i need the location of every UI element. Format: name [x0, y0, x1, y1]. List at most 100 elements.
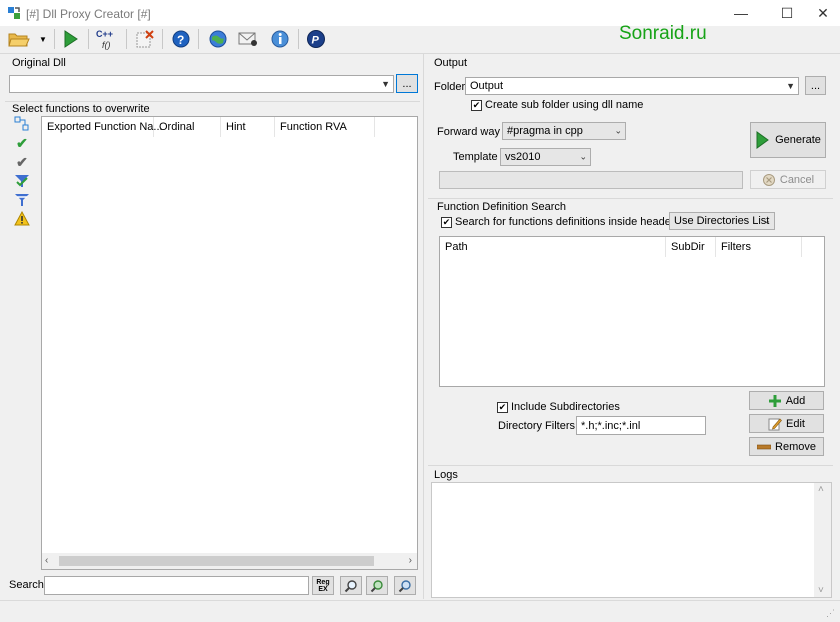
function-search-label: Function Definition Search: [437, 201, 567, 213]
status-bar: [0, 600, 840, 622]
cancel-button[interactable]: Cancel: [750, 170, 826, 189]
run-icon[interactable]: [58, 26, 82, 52]
forward-way-select[interactable]: #pragma in cpp ⌄: [502, 122, 626, 140]
scroll-left-icon[interactable]: ‹: [45, 555, 48, 566]
folder-label: Folder: [434, 81, 466, 93]
svg-text:?: ?: [177, 33, 184, 47]
column-header-path[interactable]: Path: [440, 237, 666, 257]
check-gray-icon[interactable]: ✔: [14, 154, 30, 170]
column-header-function-rva[interactable]: Function RVA: [275, 117, 375, 137]
output-browse-button[interactable]: ...: [805, 76, 826, 95]
column-header-filters[interactable]: Filters: [716, 237, 802, 257]
chevron-down-icon: ⌄: [614, 125, 622, 136]
toolbar-separator: [126, 29, 127, 49]
clear-icon[interactable]: [133, 26, 157, 52]
logs-vertical-scrollbar[interactable]: ˄ ˅: [814, 483, 831, 597]
minus-icon: [757, 444, 772, 449]
watermark-text: Sonraid.ru: [619, 23, 707, 44]
search-button[interactable]: [340, 576, 362, 595]
edit-icon: [768, 418, 782, 430]
search-headers-checkbox-row[interactable]: ✔ Search for functions definitions insid…: [441, 216, 680, 228]
regex-label-top: Reg: [316, 578, 330, 586]
mail-icon[interactable]: [236, 26, 260, 52]
search-icon: [344, 579, 357, 592]
column-header-subdir[interactable]: SubDir: [666, 237, 716, 257]
include-subdirs-checkbox[interactable]: ✔: [497, 401, 508, 413]
search-prev-icon: [398, 579, 411, 592]
original-dll-combo[interactable]: ▼: [9, 75, 394, 93]
directory-filters-label: Directory Filters: [498, 420, 576, 432]
toolbar-separator: [162, 29, 163, 49]
play-icon: [756, 131, 769, 149]
search-input[interactable]: [44, 576, 309, 595]
template-label: Template: [453, 151, 498, 163]
directories-list[interactable]: Path SubDir Filters: [439, 236, 825, 387]
output-folder-combo[interactable]: Output ▼: [465, 77, 799, 95]
scrollbar-thumb[interactable]: [59, 556, 374, 566]
regex-toggle-button[interactable]: Reg EX: [312, 576, 334, 595]
svg-text:C++: C++: [96, 29, 113, 39]
generate-label: Generate: [775, 134, 821, 146]
pane-splitter[interactable]: [423, 54, 424, 599]
remove-label: Remove: [775, 440, 816, 453]
column-header-ordinal[interactable]: Ordinal: [154, 117, 221, 137]
template-select[interactable]: vs2010 ⌄: [500, 148, 591, 166]
original-dll-browse-button[interactable]: ...: [396, 74, 418, 93]
close-button[interactable]: ✕: [806, 0, 840, 26]
forward-way-label: Forward way: [437, 126, 500, 138]
search-prev-button[interactable]: [394, 576, 416, 595]
edit-button[interactable]: Edit: [749, 414, 824, 433]
forward-way-value: #pragma in cpp: [507, 125, 583, 137]
directory-mode-select[interactable]: Use Directories List ⌄: [669, 212, 775, 230]
search-next-button[interactable]: [366, 576, 388, 595]
directory-filters-input[interactable]: *.h;*.inc;*.inl: [576, 416, 706, 435]
column-header-hint[interactable]: Hint: [221, 117, 275, 137]
scroll-right-icon[interactable]: ›: [409, 555, 412, 566]
subfolder-checkbox-row[interactable]: ✔ Create sub folder using dll name: [471, 99, 643, 111]
include-subdirs-checkbox-row[interactable]: ✔ Include Subdirectories: [497, 401, 620, 413]
functions-label: Select functions to overwrite: [12, 103, 150, 115]
logs-panel[interactable]: ˄ ˅: [431, 482, 832, 598]
section-divider: [5, 101, 420, 102]
search-label: Search: [9, 579, 44, 591]
filter-check-icon[interactable]: [14, 173, 30, 189]
scroll-up-icon[interactable]: ˄: [818, 484, 824, 495]
app-icon: [7, 6, 21, 20]
search-headers-checkbox[interactable]: ✔: [441, 216, 452, 228]
directory-filters-value: *.h;*.inc;*.inl: [581, 420, 641, 432]
toolbar-separator: [88, 29, 89, 49]
section-divider: [428, 465, 833, 466]
cancel-label: Cancel: [779, 173, 815, 186]
chevron-down-icon: ▼: [381, 79, 390, 89]
chevron-down-icon: ▼: [786, 81, 795, 91]
column-header-function-name[interactable]: Exported Function Na...: [42, 117, 163, 137]
web-globe-icon[interactable]: [206, 26, 230, 52]
svg-text:f(): f(): [102, 40, 111, 50]
progress-bar: [439, 171, 743, 189]
open-dropdown-icon[interactable]: ▼: [36, 26, 50, 52]
cpp-code-icon[interactable]: C++ f(): [94, 26, 122, 52]
subfolder-checkbox[interactable]: ✔: [471, 99, 482, 111]
include-subdirs-label: Include Subdirectories: [511, 401, 620, 413]
window-title: [#] Dll Proxy Creator [#]: [26, 7, 151, 21]
maximize-button[interactable]: ☐: [764, 0, 810, 26]
minimize-button[interactable]: —: [718, 0, 764, 26]
functions-list[interactable]: Exported Function Na... Ordinal Hint Fun…: [41, 116, 418, 570]
help-icon[interactable]: ?: [169, 26, 193, 52]
horizontal-scrollbar[interactable]: ‹ ›: [42, 553, 417, 569]
remove-button[interactable]: Remove: [749, 437, 824, 456]
add-button[interactable]: Add: [749, 391, 824, 410]
warning-icon[interactable]: [14, 211, 30, 227]
toolbar-separator: [54, 29, 55, 49]
open-folder-icon[interactable]: [6, 26, 32, 52]
generate-button[interactable]: Generate: [750, 122, 826, 158]
info-icon[interactable]: [268, 26, 292, 52]
select-all-icon[interactable]: [14, 116, 30, 132]
paypal-icon[interactable]: P: [304, 26, 328, 52]
cancel-icon: [762, 173, 775, 186]
plus-icon: [768, 394, 781, 407]
check-green-icon[interactable]: ✔: [14, 135, 30, 151]
filter-down-icon[interactable]: [14, 192, 30, 208]
scroll-down-icon[interactable]: ˅: [818, 585, 824, 596]
resize-grip-icon[interactable]: ⋰: [826, 608, 835, 619]
